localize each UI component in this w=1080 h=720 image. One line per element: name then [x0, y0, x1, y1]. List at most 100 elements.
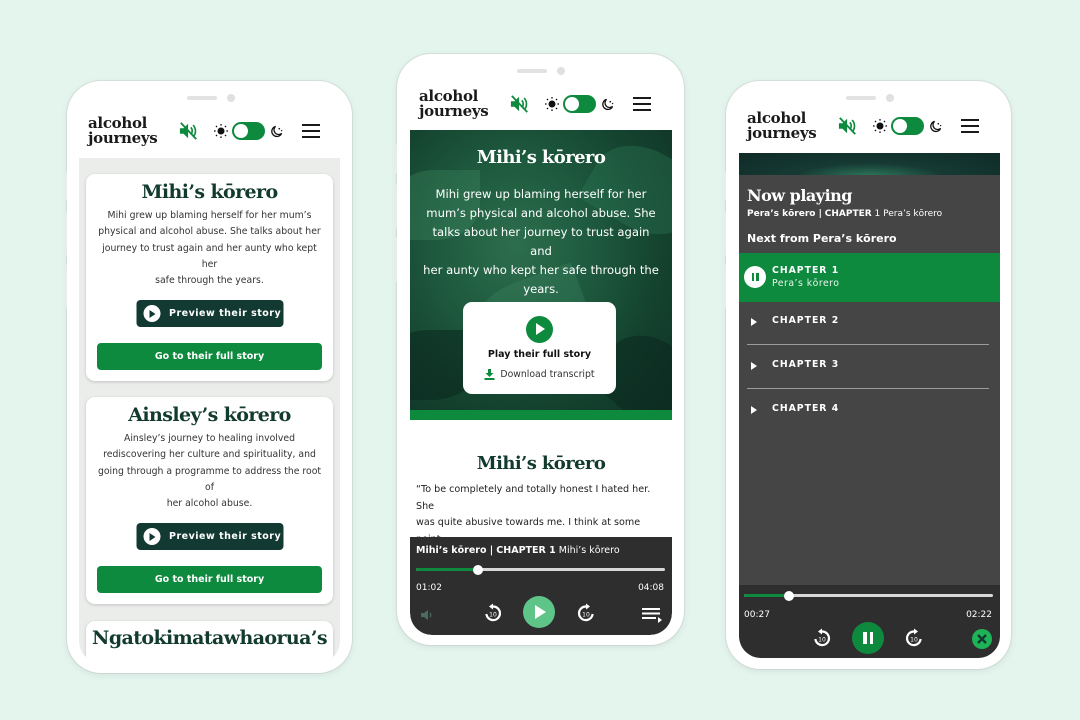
hamburger-menu-icon[interactable] — [961, 119, 979, 133]
section-title: Mihi’s kōrero — [476, 453, 606, 474]
side-button — [64, 171, 67, 201]
play-icon — [751, 406, 757, 414]
play-full-story-label[interactable]: Play their full story — [463, 349, 616, 360]
card-title: Ainsley’s kōrero — [128, 404, 291, 426]
card-description: Mihi grew up blaming herself for her mum… — [98, 210, 321, 287]
site-header: alcohol journeys — [747, 109, 992, 143]
logo[interactable]: alcohol journeys — [747, 111, 817, 141]
progress-fill — [744, 594, 789, 597]
story-hero: Mihi’s kōrero Mihi grew up blaming herse… — [410, 130, 672, 420]
card-title: Mihi’s kōrero — [141, 181, 278, 203]
site-header: alcohol journeys — [419, 87, 664, 121]
phone-1: alcohol journeys Mihi’s kōrero Mihi grew… — [64, 81, 352, 673]
close-icon — [977, 634, 987, 644]
toggle-knob — [234, 124, 248, 138]
site-header: alcohol journeys — [88, 114, 333, 148]
sound-muted-icon[interactable] — [509, 94, 531, 114]
hamburger-menu-icon[interactable] — [633, 97, 651, 111]
phone-speaker — [187, 96, 217, 100]
side-button — [394, 144, 397, 174]
now-playing-heading: Now playing — [747, 186, 852, 205]
logo[interactable]: alcohol journeys — [88, 116, 158, 147]
player-track-title: Mihi’s kōrero | CHAPTER 1 Mihi’s kōrero — [416, 545, 620, 556]
progress-thumb[interactable] — [783, 590, 794, 601]
play-circle-icon — [143, 305, 160, 322]
preview-story-button[interactable]: Preview their story — [136, 300, 283, 327]
logo-line-2: journeys — [419, 102, 489, 120]
chapter-subtitle: Pera’s kōrero — [772, 278, 840, 289]
chapter-name: CHAPTER 1 — [772, 265, 840, 276]
download-transcript-link[interactable]: Download transcript — [463, 369, 616, 380]
logo[interactable]: alcohol journeys — [419, 89, 489, 120]
progress-slider[interactable] — [416, 564, 665, 575]
moon-icon — [270, 125, 283, 138]
play-icon — [751, 318, 757, 326]
elapsed-time: 01:02 — [416, 583, 442, 593]
card-title: Ngatokimatawhaorua’s — [92, 627, 328, 649]
chapter-item[interactable]: CHAPTER 4 — [747, 390, 989, 433]
play-icon — [751, 362, 757, 370]
phone-3-screen: Now playing Pera’s kōrero | CHAPTER 1 Pe… — [739, 153, 1000, 658]
sun-icon — [545, 97, 559, 111]
total-duration: 02:22 — [966, 610, 992, 620]
chapter-item-active[interactable]: CHAPTER 1 Pera’s kōrero — [739, 253, 1000, 302]
now-playing-panel: Now playing Pera’s kōrero | CHAPTER 1 Pe… — [739, 175, 1000, 585]
side-button — [64, 264, 67, 309]
total-duration: 04:08 — [638, 583, 664, 593]
accent-strip — [410, 410, 672, 420]
theme-toggle[interactable] — [891, 117, 924, 135]
phone-camera — [557, 67, 565, 75]
sound-muted-icon[interactable] — [837, 116, 859, 136]
side-button — [394, 237, 397, 282]
next-from-label: Next from Pera’s kōrero — [747, 232, 897, 245]
audio-player: 00:27 02:22 — [739, 585, 1000, 658]
theme-toggle[interactable] — [563, 95, 596, 113]
forward-10-icon[interactable] — [576, 603, 596, 623]
rewind-10-icon[interactable] — [483, 603, 503, 623]
audio-player: Mihi’s kōrero | CHAPTER 1 Mihi’s kōrero … — [410, 537, 672, 635]
progress-slider[interactable] — [744, 590, 993, 601]
story-card: Mihi’s kōrero Mihi grew up blaming herse… — [86, 174, 333, 381]
hamburger-menu-icon[interactable] — [302, 124, 320, 138]
preview-story-button[interactable]: Preview their story — [136, 523, 283, 550]
phone-camera — [227, 94, 235, 102]
progress-fill — [416, 568, 479, 571]
chapter-item[interactable]: CHAPTER 3 — [747, 346, 989, 389]
moon-icon — [601, 98, 614, 111]
theme-toggle[interactable] — [232, 122, 265, 140]
story-card: Ainsley’s kōrero Ainsley’s journey to he… — [86, 397, 333, 604]
play-circle-icon — [143, 528, 160, 545]
story-list[interactable]: Mihi’s kōrero Mihi grew up blaming herse… — [79, 158, 340, 663]
card-description: Ainsley’s journey to healing involved re… — [97, 433, 322, 510]
phone-2: alcohol journeys Mihi’s kōrero Mihi grew… — [394, 54, 684, 645]
go-to-full-story-button[interactable]: Go to their full story — [97, 566, 322, 593]
phone-camera — [886, 94, 894, 102]
elapsed-time: 00:27 — [744, 610, 770, 620]
hero-description: Mihi grew up blaming herself for her mum… — [423, 187, 659, 296]
playlist-icon[interactable] — [642, 607, 662, 623]
now-playing-track: Pera’s kōrero | CHAPTER 1 Pera’s kōrero — [747, 209, 943, 219]
side-button — [723, 211, 726, 256]
close-player-button[interactable] — [972, 629, 992, 649]
side-button — [723, 171, 726, 201]
logo-line-2: journeys — [88, 129, 158, 147]
side-button — [723, 264, 726, 309]
volume-icon[interactable] — [420, 608, 434, 622]
pause-icon[interactable] — [744, 266, 766, 288]
phone-2-screen: Mihi’s kōrero Mihi grew up blaming herse… — [410, 130, 672, 635]
toggle-knob — [565, 97, 579, 111]
forward-10-icon[interactable] — [904, 628, 924, 648]
moon-icon — [929, 120, 942, 133]
download-icon — [484, 369, 495, 380]
play-button[interactable] — [526, 316, 553, 343]
go-to-full-story-button[interactable]: Go to their full story — [97, 343, 322, 370]
sound-muted-icon[interactable] — [178, 121, 200, 141]
progress-thumb[interactable] — [473, 564, 484, 575]
story-card: Ngatokimatawhaorua’s — [86, 621, 333, 663]
rewind-10-icon[interactable] — [812, 628, 832, 648]
chapter-item[interactable]: CHAPTER 2 — [747, 302, 989, 345]
play-button[interactable] — [523, 596, 555, 628]
pause-button[interactable] — [852, 622, 884, 654]
sun-icon — [873, 119, 887, 133]
phone-speaker — [517, 69, 547, 73]
